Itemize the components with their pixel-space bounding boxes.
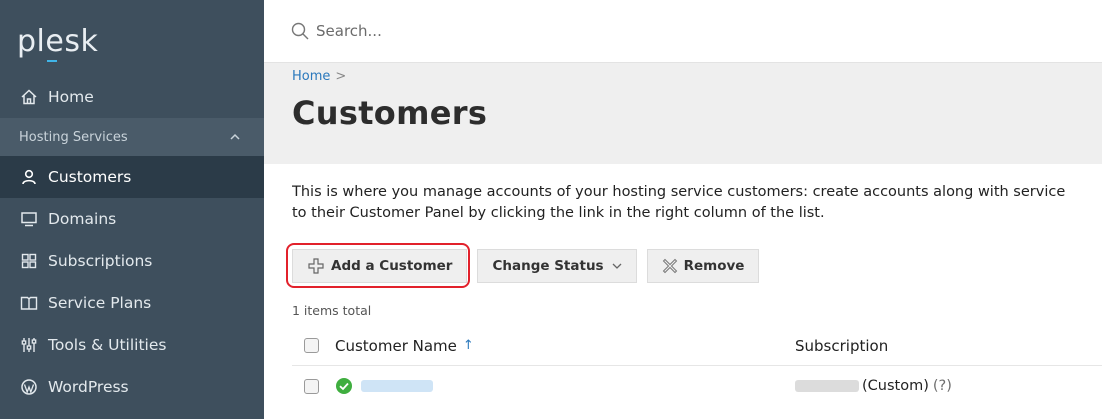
sidebar-group-label: Hosting Services bbox=[19, 129, 128, 145]
plesk-logo[interactable]: plesk bbox=[0, 0, 264, 76]
sidebar-item-label: Subscriptions bbox=[48, 252, 153, 270]
subscription-suffix: (Custom) bbox=[862, 378, 929, 394]
sidebar-group-hosting-services[interactable]: Hosting Services bbox=[0, 118, 264, 156]
row-checkbox[interactable] bbox=[304, 378, 319, 394]
column-customer-name[interactable]: Customer Name ↑ bbox=[335, 337, 795, 355]
sidebar-item-subscriptions[interactable]: Subscriptions bbox=[0, 240, 264, 282]
breadcrumb-separator: > bbox=[335, 69, 347, 84]
status-active-icon bbox=[335, 377, 353, 395]
sidebar-item-label: Customers bbox=[48, 168, 132, 186]
search-input[interactable]: Search... bbox=[316, 22, 382, 40]
customer-name-link[interactable] bbox=[361, 380, 433, 392]
subscription-name-link[interactable] bbox=[795, 380, 859, 392]
customer-name-cell bbox=[335, 377, 795, 395]
breadcrumb-home-link[interactable]: Home bbox=[292, 69, 330, 84]
add-customer-label: Add a Customer bbox=[331, 258, 453, 274]
sidebar-item-label: Domains bbox=[48, 210, 117, 228]
page-description: This is where you manage accounts of you… bbox=[292, 182, 1102, 224]
main-content: This is where you manage accounts of you… bbox=[264, 164, 1102, 419]
sidebar: plesk Home Hosting Services Customers Do… bbox=[0, 0, 264, 419]
subscription-cell: (Custom) (?) bbox=[795, 378, 1102, 394]
table-row: (Custom) (?) bbox=[292, 366, 1102, 406]
chevron-up-icon bbox=[230, 130, 240, 144]
column-subscription[interactable]: Subscription bbox=[795, 337, 1102, 355]
breadcrumb: Home > bbox=[292, 69, 1102, 84]
sort-ascending-icon: ↑ bbox=[462, 338, 474, 353]
table-header: Customer Name ↑ Subscription bbox=[292, 326, 1102, 366]
change-status-label: Change Status bbox=[492, 258, 604, 274]
remove-button[interactable]: Remove bbox=[646, 249, 760, 283]
page-header: Home > Customers bbox=[264, 63, 1102, 164]
logo-text: plesk bbox=[17, 24, 99, 59]
sidebar-item-label: Home bbox=[48, 88, 94, 106]
plus-icon bbox=[307, 257, 325, 275]
toolbar: Add a Customer Change Status Remove bbox=[286, 243, 1102, 288]
top-search-bar: Search... bbox=[264, 0, 1102, 63]
sidebar-item-tools-utilities[interactable]: Tools & Utilities bbox=[0, 324, 264, 366]
user-icon bbox=[19, 167, 39, 187]
sidebar-item-label: Service Plans bbox=[48, 294, 152, 312]
remove-x-icon bbox=[662, 258, 678, 274]
grid-icon bbox=[19, 251, 39, 271]
description-line-2: to their Customer Panel by clicking the … bbox=[292, 205, 825, 221]
column-label: Customer Name bbox=[335, 336, 457, 355]
monitor-icon bbox=[19, 209, 39, 229]
logo-accent bbox=[47, 60, 57, 62]
change-status-button[interactable]: Change Status bbox=[477, 249, 637, 283]
add-customer-button[interactable]: Add a Customer bbox=[292, 249, 468, 283]
chevron-down-icon bbox=[612, 262, 622, 270]
book-icon bbox=[19, 293, 39, 313]
sliders-icon bbox=[19, 335, 39, 355]
remove-label: Remove bbox=[683, 258, 745, 274]
home-icon bbox=[19, 87, 39, 107]
sidebar-item-domains[interactable]: Domains bbox=[0, 198, 264, 240]
description-line-1: This is where you manage accounts of you… bbox=[292, 184, 1066, 200]
sidebar-item-wordpress[interactable]: WordPress bbox=[0, 366, 264, 408]
sidebar-item-customers[interactable]: Customers bbox=[0, 156, 264, 198]
wordpress-icon bbox=[19, 377, 39, 397]
sidebar-item-label: WordPress bbox=[48, 378, 129, 396]
sidebar-item-label: Tools & Utilities bbox=[48, 336, 167, 354]
sidebar-item-home[interactable]: Home bbox=[0, 76, 264, 118]
help-link[interactable]: (?) bbox=[933, 378, 952, 394]
items-total: 1 items total bbox=[292, 303, 372, 318]
page-title: Customers bbox=[292, 94, 488, 132]
search-icon bbox=[290, 21, 310, 41]
select-all-checkbox[interactable] bbox=[304, 338, 319, 353]
sidebar-item-service-plans[interactable]: Service Plans bbox=[0, 282, 264, 324]
